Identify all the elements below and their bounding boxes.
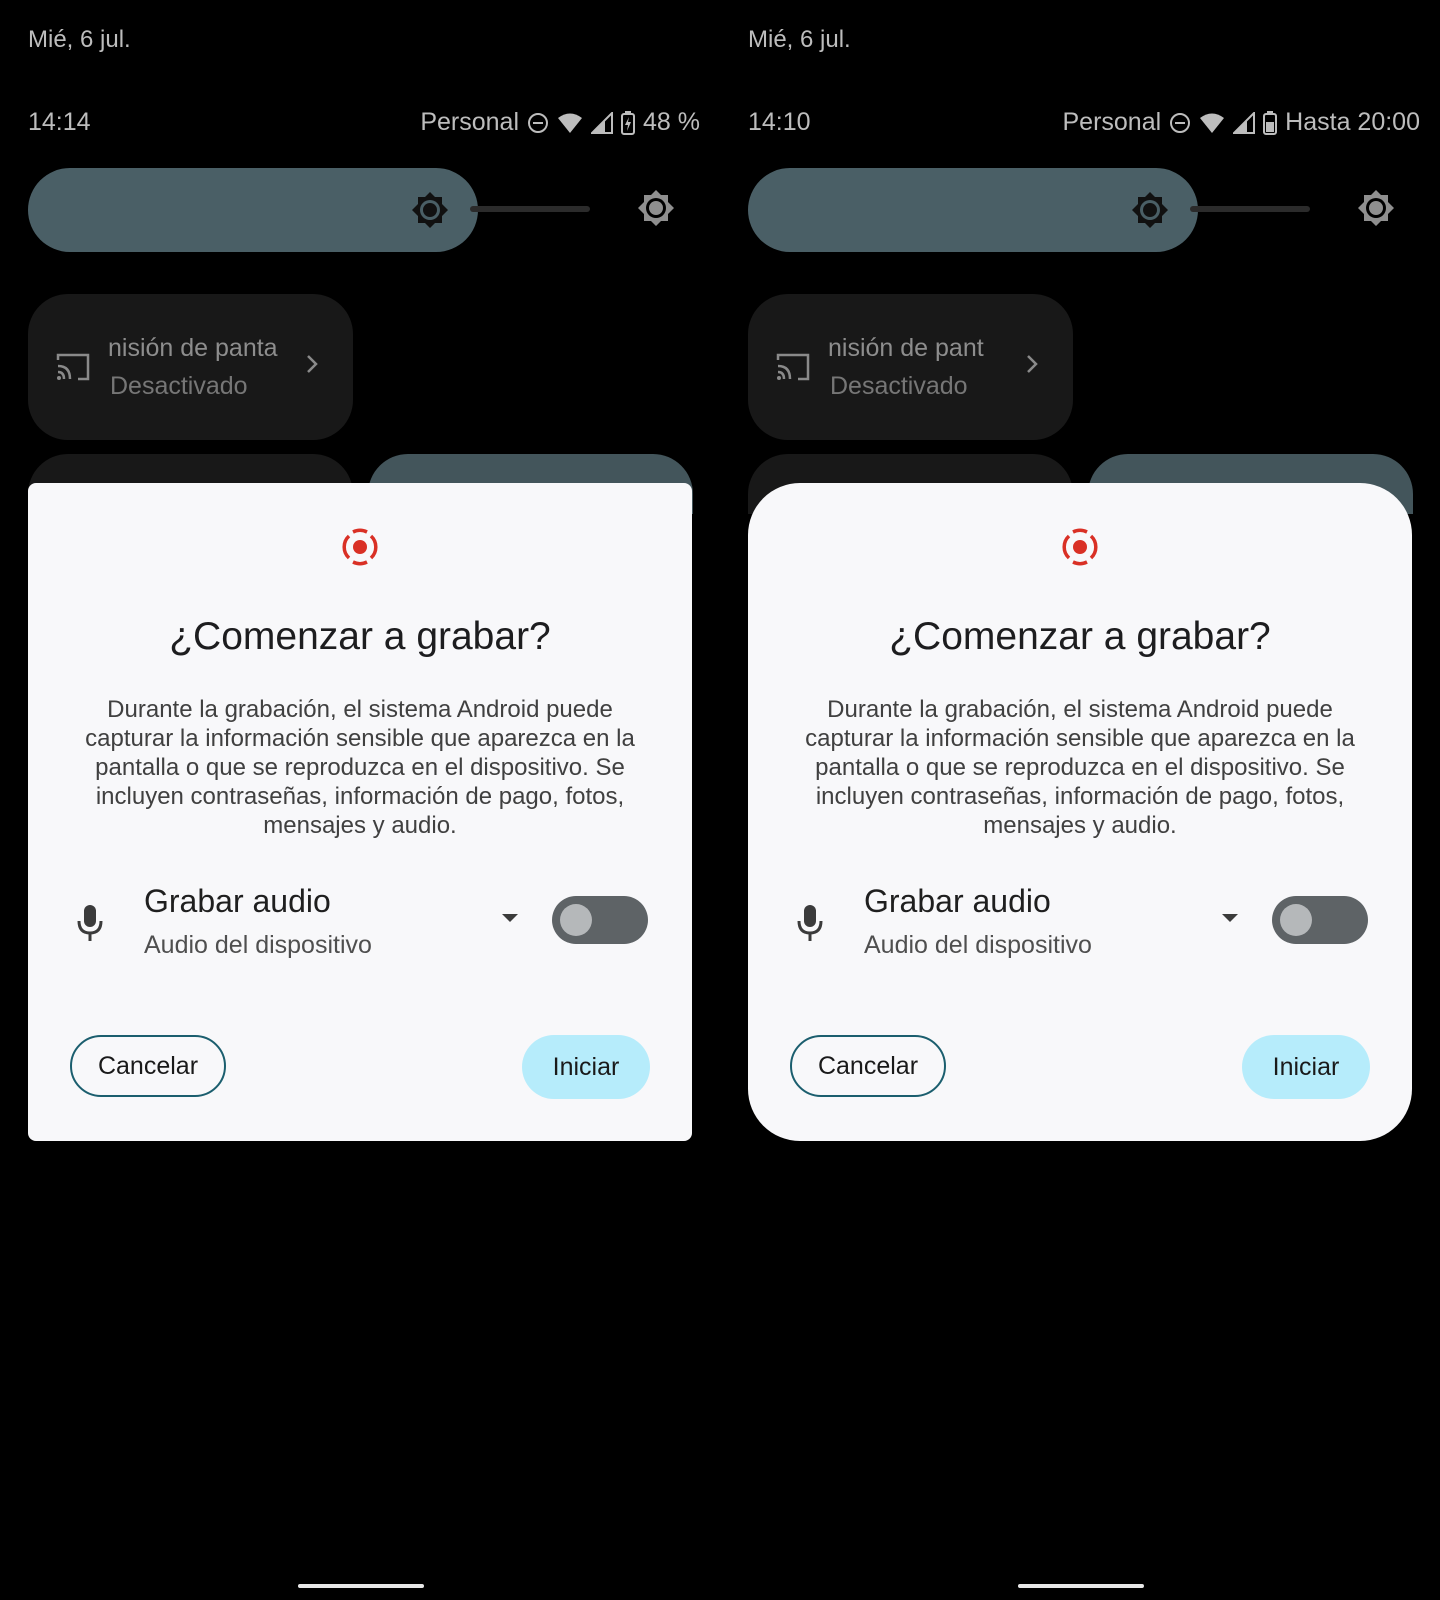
screen-left: Mié, 6 jul. 14:14 Personal 48 % nisión d… <box>0 0 720 1600</box>
cast-icon <box>776 352 810 387</box>
screen-record-icon <box>340 527 380 572</box>
battery-icon <box>1263 110 1278 135</box>
tile-screen-cast[interactable]: nisión de pant Desactivado <box>748 294 1073 440</box>
tile-label: nisión de panta <box>108 334 278 362</box>
tile-label: nisión de pant <box>828 334 984 362</box>
brightness-slider[interactable] <box>748 168 1198 252</box>
battery-text: Hasta 20:00 <box>1285 108 1420 136</box>
record-dialog: ¿Comenzar a grabar? Durante la grabación… <box>748 483 1412 1141</box>
cellular-signal-icon <box>591 111 614 134</box>
record-audio-toggle[interactable] <box>1272 896 1368 944</box>
battery-charging-icon <box>621 110 636 135</box>
gesture-nav-bar[interactable] <box>298 1584 424 1588</box>
brightness-track[interactable] <box>1190 206 1310 212</box>
audio-title: Grabar audio <box>144 883 331 919</box>
wifi-icon <box>1199 112 1225 134</box>
tile-state: Desactivado <box>110 372 248 400</box>
mic-icon <box>796 903 824 948</box>
start-button[interactable]: Iniciar <box>1242 1035 1370 1099</box>
status-bar-right: Personal 48 % <box>420 108 700 137</box>
gesture-nav-bar[interactable] <box>1018 1584 1144 1588</box>
dnd-icon <box>1169 112 1191 134</box>
screen-record-icon <box>1060 527 1100 572</box>
dropdown-arrow-icon[interactable] <box>500 911 520 929</box>
status-date: Mié, 6 jul. <box>28 26 131 53</box>
brightness-icon <box>410 190 450 235</box>
profile-label: Personal <box>420 108 520 136</box>
cancel-button[interactable]: Cancelar <box>70 1035 226 1097</box>
dnd-icon <box>527 112 549 134</box>
screen-right: Mié, 6 jul. 14:10 Personal Hasta 20:00 n… <box>720 0 1440 1600</box>
audio-title: Grabar audio <box>864 883 1051 919</box>
status-time: 14:14 <box>28 108 91 136</box>
auto-brightness-icon[interactable] <box>1356 188 1396 233</box>
brightness-icon <box>1130 190 1170 235</box>
dialog-body: Durante la grabación, el sistema Android… <box>85 696 635 839</box>
brightness-slider[interactable] <box>28 168 478 252</box>
brightness-track[interactable] <box>470 206 590 212</box>
profile-label: Personal <box>1062 108 1162 136</box>
cancel-button[interactable]: Cancelar <box>790 1035 946 1097</box>
status-time: 14:10 <box>748 108 811 136</box>
status-bar-right: Personal Hasta 20:00 <box>1063 108 1421 137</box>
wifi-icon <box>557 112 583 134</box>
dialog-title: ¿Comenzar a grabar? <box>889 615 1271 658</box>
mic-icon <box>76 903 104 948</box>
dropdown-arrow-icon[interactable] <box>1220 911 1240 929</box>
tile-screen-cast[interactable]: nisión de panta Desactivado <box>28 294 353 440</box>
toggle-knob <box>1280 904 1312 936</box>
dialog-title: ¿Comenzar a grabar? <box>169 615 551 658</box>
cellular-signal-icon <box>1233 111 1256 134</box>
chevron-right-icon <box>303 352 321 381</box>
audio-source[interactable]: Audio del dispositivo <box>864 931 1092 960</box>
tile-state: Desactivado <box>830 372 968 400</box>
start-button[interactable]: Iniciar <box>522 1035 650 1099</box>
audio-source[interactable]: Audio del dispositivo <box>144 931 372 960</box>
status-date: Mié, 6 jul. <box>748 26 851 53</box>
record-dialog: ¿Comenzar a grabar? Durante la grabación… <box>28 483 692 1141</box>
record-audio-toggle[interactable] <box>552 896 648 944</box>
cast-icon <box>56 352 90 387</box>
dialog-body: Durante la grabación, el sistema Android… <box>805 696 1355 839</box>
chevron-right-icon <box>1023 352 1041 381</box>
battery-text: 48 % <box>643 108 700 136</box>
toggle-knob <box>560 904 592 936</box>
auto-brightness-icon[interactable] <box>636 188 676 233</box>
